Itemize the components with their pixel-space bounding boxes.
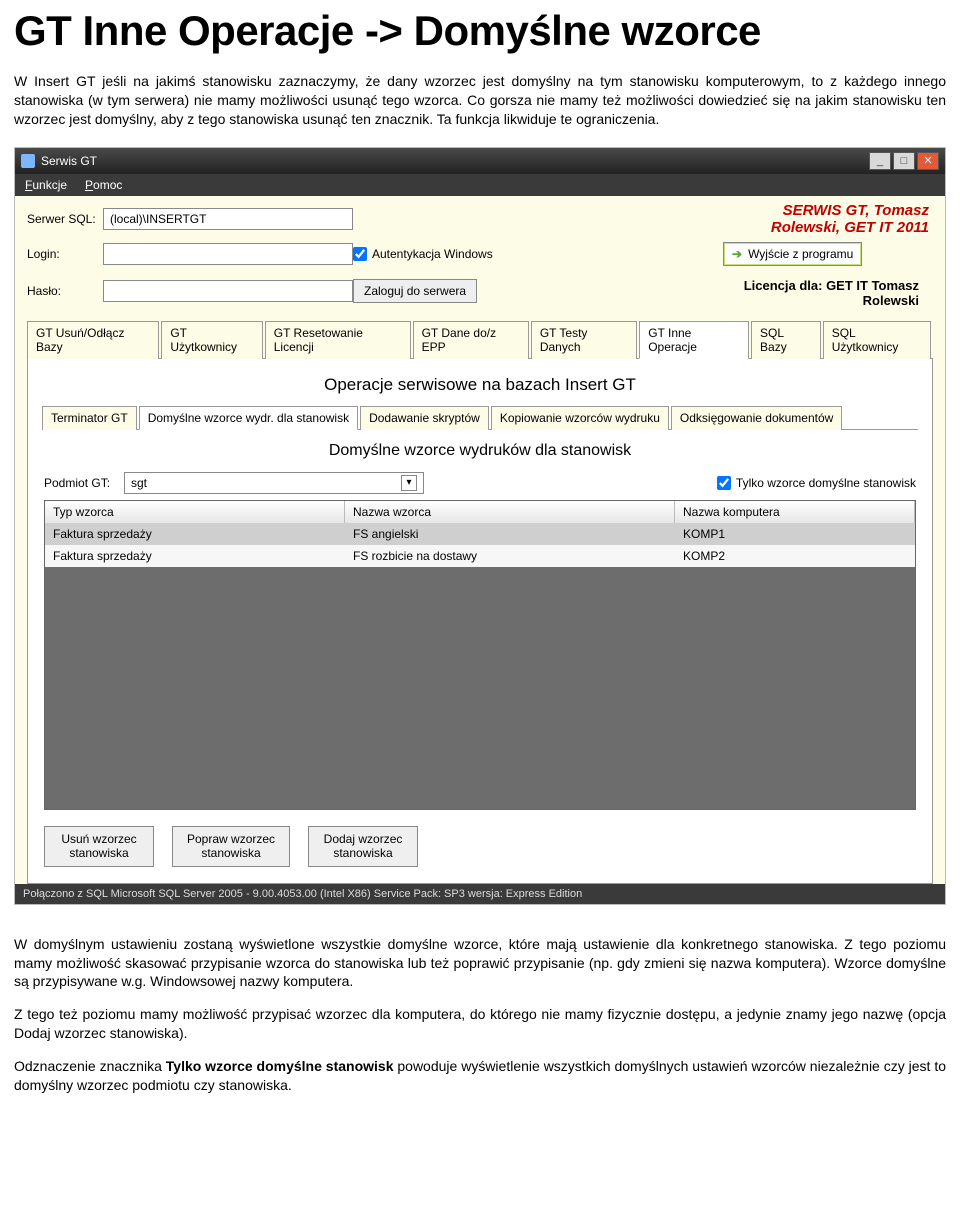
- titlebar: Serwis GT _ □ ✕: [15, 148, 945, 174]
- window-title: Serwis GT: [41, 154, 97, 168]
- section-title-1: Operacje serwisowe na bazach Insert GT: [42, 375, 918, 395]
- cell-typ: Faktura sprzedaży: [45, 523, 345, 545]
- status-bar: Połączono z SQL Microsoft SQL Server 200…: [15, 884, 945, 904]
- table-row[interactable]: Faktura sprzedaży FS angielski KOMP1: [45, 523, 915, 545]
- minimize-button[interactable]: _: [869, 152, 891, 170]
- sub-tab[interactable]: Terminator GT: [42, 406, 137, 430]
- license-text: Licencja dla: GET IT Tomasz Rolewski: [723, 278, 933, 308]
- main-tab[interactable]: SQL Użytkownicy: [823, 321, 931, 359]
- menu-funkcje[interactable]: Funkcje: [25, 178, 67, 192]
- main-tab[interactable]: GT Testy Danych: [531, 321, 637, 359]
- menubar: Funkcje Pomoc: [15, 174, 945, 196]
- sub-tab[interactable]: Kopiowanie wzorców wydruku: [491, 406, 669, 430]
- label-login: Login:: [27, 247, 103, 261]
- sub-tabs: Terminator GTDomyślne wzorce wydr. dla s…: [42, 405, 918, 430]
- auth-label: Autentykacja Windows: [372, 247, 493, 261]
- main-tab[interactable]: GT Użytkownicy: [161, 321, 262, 359]
- cell-komputer: KOMP2: [675, 545, 915, 567]
- only-default-label: Tylko wzorce domyślne stanowisk: [736, 476, 916, 490]
- sub-tab[interactable]: Domyślne wzorce wydr. dla stanowisk: [139, 406, 358, 430]
- haslo-input[interactable]: [103, 280, 353, 302]
- th-nazwa[interactable]: Nazwa wzorca: [345, 501, 675, 523]
- main-tab[interactable]: GT Usuń/Odłącz Bazy: [27, 321, 159, 359]
- podmiot-value: sgt: [131, 476, 147, 490]
- page-title: GT Inne Operacje -> Domyślne wzorce: [14, 8, 946, 54]
- popraw-button[interactable]: Popraw wzorzecstanowiska: [172, 826, 290, 867]
- chevron-down-icon: ▾: [401, 475, 417, 491]
- cell-typ: Faktura sprzedaży: [45, 545, 345, 567]
- sub-tab[interactable]: Dodawanie skryptów: [360, 406, 489, 430]
- p3-bold: Tylko wzorce domyślne stanowisk: [166, 1058, 394, 1074]
- main-tab[interactable]: SQL Bazy: [751, 321, 821, 359]
- app-icon: [21, 154, 35, 168]
- main-tabs: GT Usuń/Odłącz BazyGT UżytkownicyGT Rese…: [27, 320, 933, 359]
- cell-nazwa: FS angielski: [345, 523, 675, 545]
- exit-button[interactable]: ➔ Wyjście z programu: [723, 242, 862, 266]
- th-typ[interactable]: Typ wzorca: [45, 501, 345, 523]
- client-area: Serwer SQL: SERWIS GT, Tomasz Rolewski, …: [15, 196, 945, 884]
- auth-checkbox[interactable]: [353, 247, 367, 261]
- main-tab-content: Operacje serwisowe na bazach Insert GT T…: [27, 359, 933, 884]
- maximize-button[interactable]: □: [893, 152, 915, 170]
- intro-paragraph: W Insert GT jeśli na jakimś stanowisku z…: [14, 72, 946, 129]
- login-input[interactable]: [103, 243, 353, 265]
- th-komputer[interactable]: Nazwa komputera: [675, 501, 915, 523]
- table-row[interactable]: Faktura sprzedaży FS rozbicie na dostawy…: [45, 545, 915, 567]
- usun-button[interactable]: Usuń wzorzecstanowiska: [44, 826, 154, 867]
- p3-part-a: Odznaczenie znacznika: [14, 1058, 166, 1074]
- menu-pomoc[interactable]: Pomoc: [85, 178, 122, 192]
- label-haslo: Hasło:: [27, 284, 103, 298]
- section-title-2: Domyślne wzorce wydruków dla stanowisk: [44, 442, 916, 460]
- cell-nazwa: FS rozbicie na dostawy: [345, 545, 675, 567]
- cell-komputer: KOMP1: [675, 523, 915, 545]
- main-tab[interactable]: GT Resetowanie Licencji: [265, 321, 411, 359]
- table-header: Typ wzorca Nazwa wzorca Nazwa komputera: [45, 501, 915, 523]
- serwer-input[interactable]: [103, 208, 353, 230]
- sub-tab[interactable]: Odksięgowanie dokumentów: [671, 406, 842, 430]
- exit-icon: ➔: [732, 247, 742, 261]
- label-podmiot: Podmiot GT:: [44, 476, 114, 490]
- paragraph-3: Odznaczenie znacznika Tylko wzorce domyś…: [14, 1057, 946, 1095]
- close-button[interactable]: ✕: [917, 152, 939, 170]
- dodaj-button[interactable]: Dodaj wzorzecstanowiska: [308, 826, 418, 867]
- main-tab[interactable]: GT Inne Operacje: [639, 321, 749, 359]
- only-default-checkbox[interactable]: [717, 476, 731, 490]
- paragraph-1: W domyślnym ustawieniu zostaną wyświetlo…: [14, 935, 946, 992]
- podmiot-combo[interactable]: sgt ▾: [124, 472, 424, 494]
- wzorce-table: Typ wzorca Nazwa wzorca Nazwa komputera …: [44, 500, 916, 810]
- login-button[interactable]: Zaloguj do serwera: [353, 279, 477, 303]
- label-serwer: Serwer SQL:: [27, 212, 103, 226]
- paragraph-2: Z tego też poziomu mamy możliwość przypi…: [14, 1005, 946, 1043]
- app-window: Serwis GT _ □ ✕ Funkcje Pomoc Serwer SQL…: [14, 147, 946, 905]
- main-tab[interactable]: GT Dane do/z EPP: [413, 321, 529, 359]
- exit-button-label: Wyjście z programu: [748, 247, 853, 261]
- brand-text: SERWIS GT, Tomasz Rolewski, GET IT 2011: [723, 202, 933, 236]
